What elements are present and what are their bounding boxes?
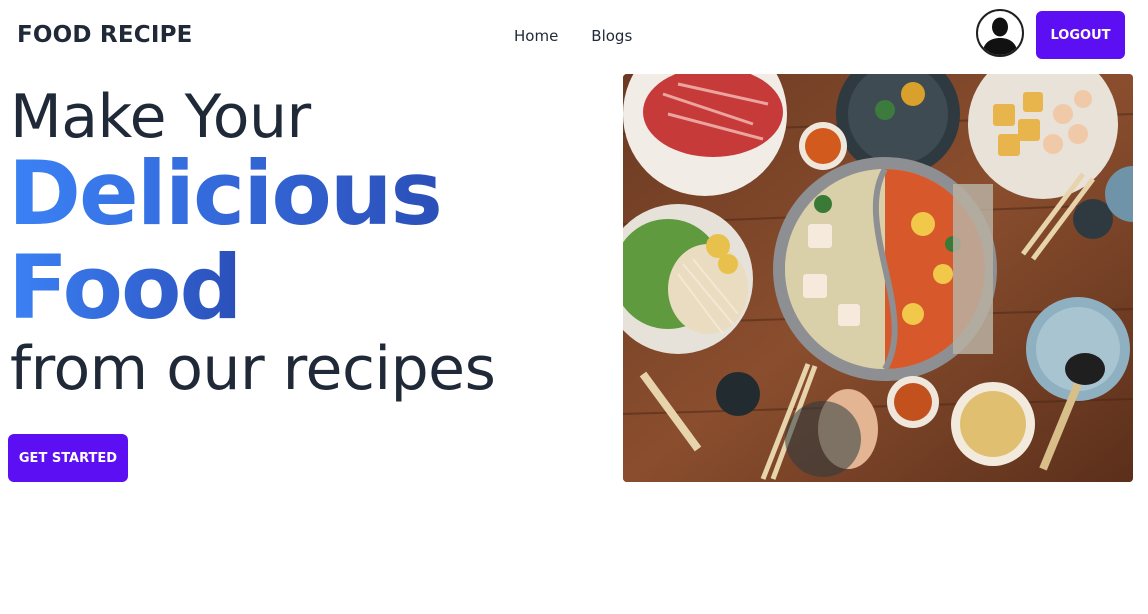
get-started-button[interactable]: GET STARTED — [8, 434, 128, 482]
logout-button[interactable]: LOGOUT — [1036, 11, 1125, 59]
hot-pot-illustration — [623, 74, 1133, 482]
nav-blogs-link[interactable]: Blogs — [591, 27, 632, 45]
hero-heading-highlight-delicious: Delicious — [8, 142, 443, 245]
navbar: FOOD RECIPE Home Blogs LOGOUT — [0, 0, 1148, 70]
brand-logo[interactable]: FOOD RECIPE — [17, 22, 193, 48]
hero-heading-line4: from our recipes — [10, 334, 496, 404]
nav-home-link[interactable]: Home — [514, 27, 558, 45]
hero-food-image — [623, 74, 1133, 482]
user-avatar-icon[interactable] — [976, 9, 1024, 57]
nav-links: Home Blogs — [514, 27, 632, 45]
hero-heading-highlight-food: Food — [8, 236, 242, 339]
user-silhouette-icon — [982, 17, 1018, 55]
